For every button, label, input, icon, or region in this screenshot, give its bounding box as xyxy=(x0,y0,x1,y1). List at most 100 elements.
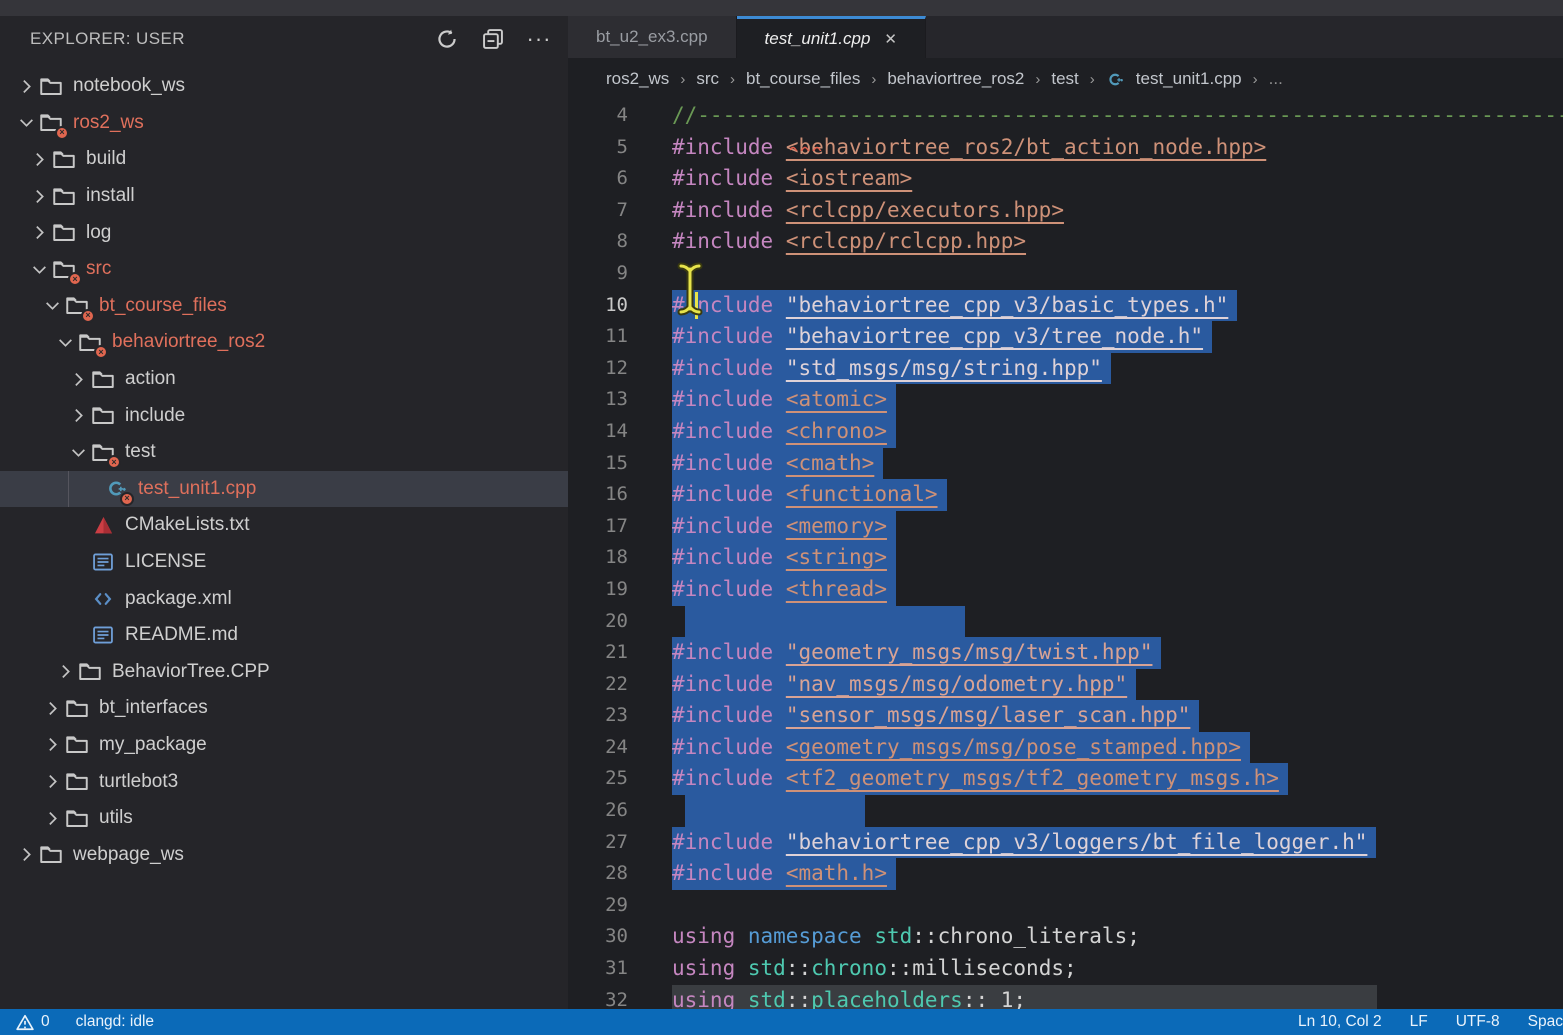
tab-label: test_unit1.cpp xyxy=(765,29,871,49)
tree-item-BehaviorTree.CPP[interactable]: BehaviorTree.CPP xyxy=(0,654,568,691)
chevron-right-icon[interactable] xyxy=(14,74,38,98)
breadcrumb-item[interactable]: test xyxy=(1051,69,1078,89)
language-server-status[interactable]: clangd: idle xyxy=(76,1013,154,1031)
chevron-right-icon[interactable] xyxy=(66,367,90,391)
code-line-21[interactable]: 21#include "geometry_msgs/msg/twist.hpp" xyxy=(568,637,1563,669)
code-line-23[interactable]: 23#include "sensor_msgs/msg/laser_scan.h… xyxy=(568,700,1563,732)
breadcrumb-item[interactable]: behaviortree_ros2 xyxy=(887,69,1024,89)
tree-item-webpage_ws[interactable]: webpage_ws xyxy=(0,836,568,873)
tree-item-build[interactable]: build xyxy=(0,141,568,178)
code-line-26[interactable]: 26 xyxy=(568,795,1563,827)
code-line-20[interactable]: 20 xyxy=(568,606,1563,638)
chevron-down-icon[interactable] xyxy=(66,440,90,464)
chevron-right-icon[interactable] xyxy=(27,147,51,171)
chevron-right-icon[interactable] xyxy=(40,696,64,720)
tree-item-test_unit1.cpp[interactable]: ×test_unit1.cpp xyxy=(0,471,568,508)
tree-item-action[interactable]: action xyxy=(0,361,568,398)
code-token: ; xyxy=(1127,924,1140,948)
tree-item-ros2_ws[interactable]: ×ros2_ws xyxy=(0,105,568,142)
tree-item-CMakeLists.txt[interactable]: CMakeLists.txt xyxy=(0,507,568,544)
cursor-position[interactable]: Ln 10, Col 2 xyxy=(1298,1013,1382,1031)
chevron-right-icon[interactable] xyxy=(40,770,64,794)
chevron-down-icon[interactable] xyxy=(53,330,77,354)
code-line-16[interactable]: 16#include <functional> xyxy=(568,479,1563,511)
tree-item-label: BehaviorTree.CPP xyxy=(112,661,270,683)
tree-item-bt_interfaces[interactable]: bt_interfaces xyxy=(0,690,568,727)
encoding-indicator[interactable]: UTF-8 xyxy=(1456,1013,1500,1031)
code-line-7[interactable]: 7#include <rclcpp/executors.hpp> xyxy=(568,195,1563,227)
explorer-sidebar: EXPLORER: USER ··· notebook_ws×ros2_wsbu… xyxy=(0,16,568,1009)
tree-item-test[interactable]: ×test xyxy=(0,434,568,471)
folder-icon xyxy=(64,770,90,794)
code-line-18[interactable]: 18#include <string> xyxy=(568,542,1563,574)
tree-item-src[interactable]: ×src xyxy=(0,251,568,288)
include-path-token: <math.h> xyxy=(786,861,887,885)
close-tab-icon[interactable]: ✕ xyxy=(884,30,897,48)
chevron-right-icon[interactable] xyxy=(14,843,38,867)
code-line-19[interactable]: 19#include <thread> xyxy=(568,574,1563,606)
code-line-32[interactable]: 32using std::placeholders::_1; xyxy=(568,985,1563,1009)
collapse-folders-icon[interactable] xyxy=(478,24,508,54)
code-line-5[interactable]: 5#include <behaviortree_ros2/bt_action_n… xyxy=(568,132,1563,164)
code-line-24[interactable]: 24#include <geometry_msgs/msg/pose_stamp… xyxy=(568,732,1563,764)
eol-indicator[interactable]: LF xyxy=(1410,1013,1428,1031)
tree-item-notebook_ws[interactable]: notebook_ws xyxy=(0,68,568,105)
code-line-12[interactable]: 12#include "std_msgs/msg/string.hpp" xyxy=(568,353,1563,385)
indentation-indicator[interactable]: Spac xyxy=(1528,1013,1563,1031)
code-line-11[interactable]: 11#include "behaviortree_cpp_v3/tree_nod… xyxy=(568,321,1563,353)
breadcrumb-item[interactable]: src xyxy=(696,69,719,89)
problems-indicator[interactable]: 0 xyxy=(16,1013,50,1031)
tree-item-include[interactable]: include xyxy=(0,397,568,434)
code-line-15[interactable]: 15#include <cmath> xyxy=(568,448,1563,480)
code-line-30[interactable]: 30using namespace std::chrono_literals; xyxy=(568,921,1563,953)
tab-test_unit1[interactable]: test_unit1.cpp ✕ xyxy=(737,16,926,58)
code-line-14[interactable]: 14#include <chrono> xyxy=(568,416,1563,448)
tree-item-turtlebot3[interactable]: turtlebot3 xyxy=(0,763,568,800)
tree-item-install[interactable]: install xyxy=(0,178,568,215)
line-content: #include <tf2_geometry_msgs/tf2_geometry… xyxy=(672,763,1288,795)
code-editor[interactable]: 4//-------------------------------------… xyxy=(568,100,1563,1009)
tree-item-log[interactable]: log xyxy=(0,214,568,251)
chevron-right-icon[interactable] xyxy=(40,733,64,757)
tree-item-README.md[interactable]: README.md xyxy=(0,617,568,654)
tree-item-bt_course_files[interactable]: ×bt_course_files xyxy=(0,288,568,325)
chevron-down-icon[interactable] xyxy=(14,111,38,135)
breadcrumb-more[interactable]: ... xyxy=(1269,69,1283,89)
tab-bt_u2_ex3[interactable]: bt_u2_ex3.cpp xyxy=(568,16,737,58)
more-actions-icon[interactable]: ··· xyxy=(524,24,554,54)
chevron-right-icon[interactable] xyxy=(27,184,51,208)
mouse-ibeam-cursor xyxy=(676,262,704,321)
refresh-explorer-icon[interactable] xyxy=(432,24,462,54)
code-line-17[interactable]: 17#include <memory> xyxy=(568,511,1563,543)
tree-item-LICENSE[interactable]: LICENSE xyxy=(0,544,568,581)
tree-item-behaviortree_ros2[interactable]: ×behaviortree_ros2 xyxy=(0,324,568,361)
code-line-25[interactable]: 25#include <tf2_geometry_msgs/tf2_geomet… xyxy=(568,763,1563,795)
code-line-6[interactable]: 6#include <iostream> xyxy=(568,163,1563,195)
code-line-8[interactable]: 8#include <rclcpp/rclcpp.hpp> xyxy=(568,226,1563,258)
keyword-token: using xyxy=(672,924,735,948)
line-content: #include <geometry_msgs/msg/pose_stamped… xyxy=(672,732,1250,764)
code-line-27[interactable]: 27#include "behaviortree_cpp_v3/loggers/… xyxy=(568,827,1563,859)
chevron-right-icon[interactable] xyxy=(27,221,51,245)
breadcrumb-item[interactable]: ros2_ws xyxy=(606,69,669,89)
code-line-13[interactable]: 13#include <atomic> xyxy=(568,384,1563,416)
breadcrumb-item[interactable]: test_unit1.cpp xyxy=(1136,69,1242,89)
breadcrumb-item[interactable]: bt_course_files xyxy=(746,69,860,89)
code-line-28[interactable]: 28#include <math.h> xyxy=(568,858,1563,890)
code-line-9[interactable]: 9 xyxy=(568,258,1563,290)
chevron-right-icon[interactable] xyxy=(53,660,77,684)
keyword-token: #include xyxy=(672,451,773,475)
chevron-down-icon[interactable] xyxy=(40,294,64,318)
code-line-29[interactable]: 29 xyxy=(568,890,1563,922)
tree-item-label: build xyxy=(86,148,126,170)
code-line-4[interactable]: 4//-------------------------------------… xyxy=(568,100,1563,132)
code-line-10[interactable]: 10#include "behaviortree_cpp_v3/basic_ty… xyxy=(568,290,1563,322)
chevron-right-icon[interactable] xyxy=(66,404,90,428)
code-line-22[interactable]: 22#include "nav_msgs/msg/odometry.hpp" xyxy=(568,669,1563,701)
tree-item-package.xml[interactable]: package.xml xyxy=(0,580,568,617)
chevron-down-icon[interactable] xyxy=(27,257,51,281)
chevron-right-icon[interactable] xyxy=(40,806,64,830)
code-line-31[interactable]: 31using std::chrono::milliseconds; xyxy=(568,953,1563,985)
tree-item-my_package[interactable]: my_package xyxy=(0,727,568,764)
tree-item-utils[interactable]: utils xyxy=(0,800,568,837)
